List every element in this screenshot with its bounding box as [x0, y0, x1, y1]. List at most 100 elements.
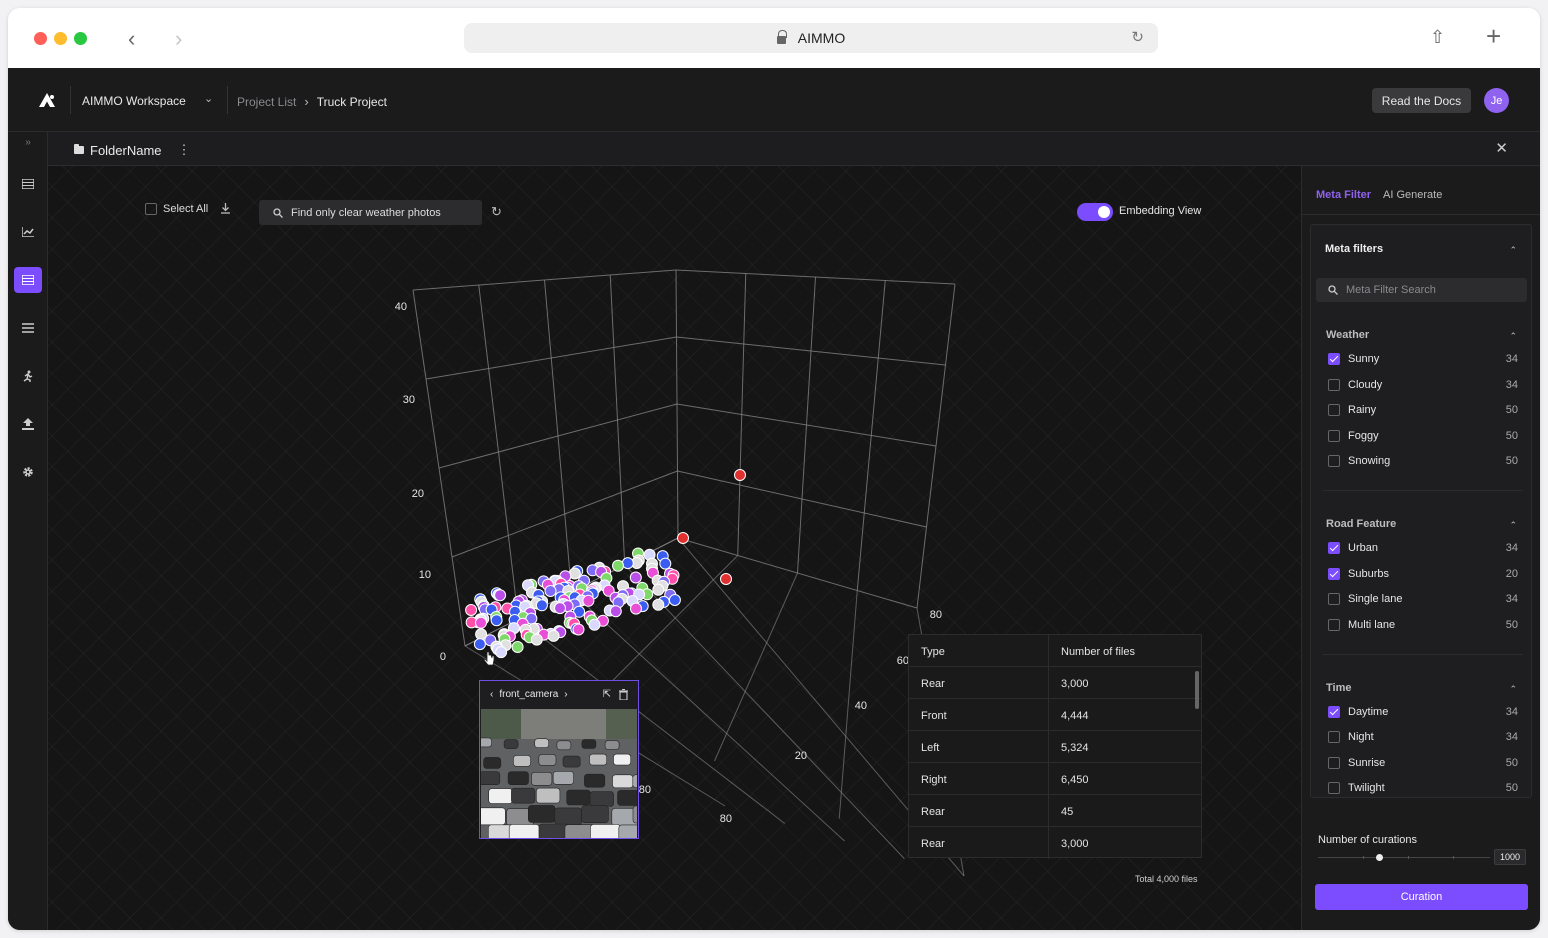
- filter-option-twilight[interactable]: Twilight 50: [1328, 782, 1518, 794]
- data-point[interactable]: [535, 599, 548, 612]
- aimmo-logo-icon[interactable]: [38, 92, 56, 108]
- data-point[interactable]: [465, 604, 478, 616]
- data-point[interactable]: [659, 557, 672, 570]
- outlier-point[interactable]: [677, 532, 689, 544]
- chevron-left-icon[interactable]: ‹: [490, 689, 493, 700]
- data-point[interactable]: [572, 623, 585, 636]
- filter-option-snowing[interactable]: Snowing 50: [1328, 455, 1518, 467]
- slider-knob[interactable]: [1376, 854, 1383, 861]
- checkbox[interactable]: [1328, 542, 1340, 554]
- data-point[interactable]: [494, 589, 507, 602]
- filter-option-sunrise[interactable]: Sunrise 50: [1328, 757, 1518, 769]
- filter-option-multi-lane[interactable]: Multi lane 50: [1328, 619, 1518, 631]
- filter-option-suburbs[interactable]: Suburbs 20: [1328, 568, 1518, 580]
- more-options-icon[interactable]: ⋮: [178, 142, 191, 158]
- filter-option-sunny[interactable]: Sunny 34: [1328, 353, 1518, 365]
- checkbox[interactable]: [1328, 619, 1340, 631]
- trash-icon[interactable]: [619, 688, 628, 700]
- table-scrollbar[interactable]: [1195, 671, 1199, 709]
- new-tab-icon[interactable]: +: [1486, 21, 1501, 52]
- table-row[interactable]: Rear 3,000: [909, 827, 1201, 859]
- data-point[interactable]: [554, 602, 566, 615]
- checkbox[interactable]: [1328, 568, 1340, 580]
- checkbox[interactable]: [1328, 757, 1340, 769]
- curations-max-value[interactable]: 1000: [1494, 849, 1526, 865]
- filter-option-daytime[interactable]: Daytime 34: [1328, 706, 1518, 718]
- upload-icon[interactable]: [14, 411, 42, 437]
- expand-sidebar-icon[interactable]: »: [14, 129, 42, 155]
- avatar[interactable]: Je: [1484, 88, 1509, 113]
- close-window-button[interactable]: [34, 32, 47, 45]
- share-icon[interactable]: ⇧: [1430, 27, 1445, 48]
- checkbox[interactable]: [1328, 706, 1340, 718]
- data-point[interactable]: [612, 559, 624, 572]
- data-point[interactable]: [511, 641, 524, 653]
- chevron-up-icon[interactable]: ⌃: [1509, 245, 1517, 256]
- embedding-canvas[interactable]: Select All Find only clear weather photo…: [48, 166, 1301, 930]
- table-icon[interactable]: [14, 267, 42, 293]
- tab-ai-generate[interactable]: AI Generate: [1383, 189, 1442, 201]
- read-docs-button[interactable]: Read the Docs: [1372, 88, 1471, 113]
- workspace-name[interactable]: AIMMO Workspace: [82, 94, 186, 108]
- outlier-point[interactable]: [734, 469, 746, 481]
- run-icon[interactable]: [14, 363, 42, 389]
- checkbox[interactable]: [1328, 430, 1340, 442]
- table-row[interactable]: Rear 3,000: [909, 667, 1201, 699]
- data-point[interactable]: [668, 594, 681, 606]
- checkbox[interactable]: [1328, 379, 1340, 391]
- checkbox[interactable]: [1328, 404, 1340, 416]
- chevron-up-icon[interactable]: ⌃: [1509, 520, 1517, 531]
- breadcrumb-parent[interactable]: Project List: [237, 95, 296, 109]
- maximize-window-button[interactable]: [74, 32, 87, 45]
- data-point[interactable]: [547, 629, 560, 642]
- chevron-up-icon[interactable]: ⌃: [1509, 684, 1517, 695]
- url-bar[interactable]: AIMMO ↻: [464, 23, 1158, 53]
- data-point[interactable]: [475, 616, 487, 629]
- chevron-down-icon[interactable]: ⌄: [204, 92, 213, 105]
- data-point[interactable]: [609, 605, 622, 618]
- data-point[interactable]: [490, 614, 503, 627]
- checkbox[interactable]: [1328, 455, 1340, 467]
- data-point[interactable]: [652, 598, 665, 611]
- meta-filter-search-input[interactable]: Meta Filter Search: [1316, 278, 1527, 302]
- menu-icon[interactable]: [14, 315, 42, 341]
- chart-icon[interactable]: [14, 219, 42, 245]
- data-point[interactable]: [652, 583, 665, 596]
- filter-option-night[interactable]: Night 34: [1328, 731, 1518, 743]
- image-preview-popup[interactable]: ‹ front_camera › ⇱: [479, 680, 639, 839]
- curation-button[interactable]: Curation: [1315, 884, 1528, 910]
- data-point[interactable]: [544, 585, 557, 597]
- filter-option-single-lane[interactable]: Single lane 34: [1328, 593, 1518, 605]
- curations-slider[interactable]: [1318, 854, 1490, 861]
- table-row[interactable]: Right 6,450: [909, 763, 1201, 795]
- filter-option-urban[interactable]: Urban 34: [1328, 542, 1518, 554]
- table-row[interactable]: Front 4,444: [909, 699, 1201, 731]
- data-point[interactable]: [621, 557, 634, 570]
- back-arrow-icon[interactable]: ‹: [128, 26, 135, 52]
- list-icon[interactable]: [14, 171, 42, 197]
- table-row[interactable]: Rear 45: [909, 795, 1201, 827]
- checkbox[interactable]: [1328, 593, 1340, 605]
- close-icon[interactable]: ✕: [1495, 139, 1508, 157]
- expand-icon[interactable]: ⇱: [603, 689, 611, 700]
- data-point[interactable]: [588, 618, 601, 631]
- data-point[interactable]: [530, 633, 543, 646]
- reload-icon[interactable]: ↻: [1131, 28, 1144, 46]
- table-row[interactable]: Left 5,324: [909, 731, 1201, 763]
- data-point[interactable]: [629, 571, 642, 584]
- data-point[interactable]: [473, 638, 486, 651]
- data-point[interactable]: [630, 602, 642, 615]
- chevron-right-icon[interactable]: ›: [564, 689, 567, 700]
- chevron-up-icon[interactable]: ⌃: [1509, 331, 1517, 342]
- filter-option-cloudy[interactable]: Cloudy 34: [1328, 379, 1518, 391]
- filter-option-foggy[interactable]: Foggy 50: [1328, 430, 1518, 442]
- minimize-window-button[interactable]: [54, 32, 67, 45]
- data-point[interactable]: [495, 646, 508, 659]
- filter-option-rainy[interactable]: Rainy 50: [1328, 404, 1518, 416]
- tab-meta-filter[interactable]: Meta Filter: [1316, 189, 1371, 201]
- gear-icon[interactable]: [14, 459, 42, 485]
- checkbox[interactable]: [1328, 353, 1340, 365]
- data-point[interactable]: [582, 594, 595, 607]
- outlier-point[interactable]: [720, 573, 732, 585]
- forward-arrow-icon[interactable]: ›: [175, 26, 182, 52]
